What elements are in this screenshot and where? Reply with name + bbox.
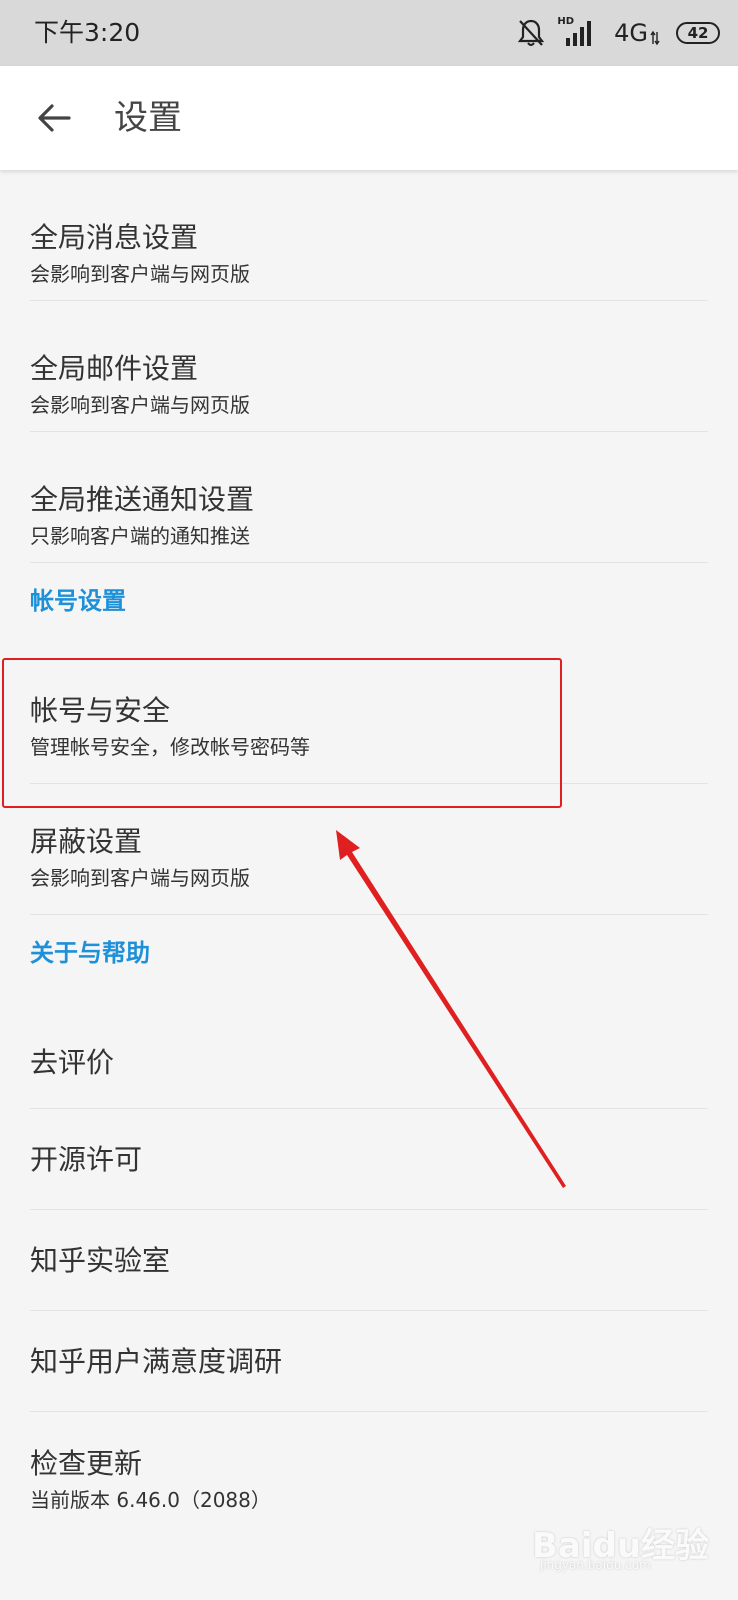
setting-global-message[interactable]: 全局消息设置 会影响到客户端与网页版 [30, 170, 708, 301]
setting-global-mail[interactable]: 全局邮件设置 会影响到客户端与网页版 [30, 301, 708, 432]
setting-subtitle: 会影响到客户端与网页版 [30, 262, 250, 286]
bell-muted-icon [517, 18, 545, 48]
page-title: 设置 [114, 98, 182, 138]
setting-title: 知乎用户满意度调研 [30, 1345, 283, 1378]
setting-title: 去评价 [30, 1046, 115, 1079]
data-arrows-icon [650, 18, 660, 48]
annotation-highlight-box [2, 658, 562, 808]
setting-subtitle: 只影响客户端的通知推送 [30, 524, 250, 548]
setting-title: 知乎实验室 [30, 1244, 171, 1277]
section-header-account: 帐号设置 [30, 563, 738, 633]
battery-icon: 42 [676, 22, 720, 44]
setting-subtitle: 会影响到客户端与网页版 [30, 393, 250, 417]
status-time: 下午3:20 [34, 18, 141, 47]
back-button[interactable] [24, 88, 84, 148]
setting-title: 全局消息设置 [30, 221, 199, 254]
settings-screen: 下午3:20 HD 4G 42 设置 全局消息设置 会影响到客户端与网页版 全局… [0, 0, 738, 1600]
setting-title: 开源许可 [30, 1143, 143, 1176]
app-bar: 设置 [0, 66, 738, 170]
setting-title: 检查更新 [30, 1447, 143, 1480]
section-label: 帐号设置 [30, 587, 126, 615]
setting-lab[interactable]: 知乎实验室 [30, 1210, 708, 1311]
annotation-arrow-icon [336, 830, 566, 1188]
setting-subtitle: 会影响到客户端与网页版 [30, 866, 250, 890]
signal-icon [564, 18, 594, 48]
status-icons: HD 4G 42 [500, 16, 720, 48]
watermark-subtext: jingyan.baidu.com [540, 1558, 651, 1572]
baidu-watermark: Baidu经验 jingyan.baidu.com [532, 1514, 712, 1574]
arrow-left-icon [38, 104, 71, 132]
setting-title: 全局推送通知设置 [30, 483, 255, 516]
network-type: 4G [614, 19, 648, 47]
setting-survey[interactable]: 知乎用户满意度调研 [30, 1311, 708, 1412]
setting-subtitle: 当前版本 6.46.0（2088） [30, 1488, 271, 1512]
setting-global-push[interactable]: 全局推送通知设置 只影响客户端的通知推送 [30, 432, 708, 563]
setting-title: 屏蔽设置 [30, 825, 143, 858]
status-bar: 下午3:20 HD 4G 42 [0, 0, 738, 66]
section-label: 关于与帮助 [30, 939, 150, 967]
setting-title: 全局邮件设置 [30, 352, 199, 385]
